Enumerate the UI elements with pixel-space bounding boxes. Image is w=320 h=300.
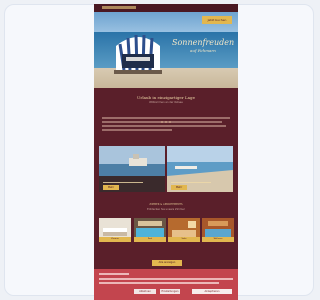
feature-caption-line [103,181,143,183]
website-screenshot: Sonnenfreuden auf Fehmarn Jetzt buchen U… [94,4,238,300]
cookie-reject-button[interactable]: Ablehnen [134,289,156,294]
room-label[interactable]: Pool [134,237,166,242]
hero-script-title: Sonnenfreuden [172,38,235,47]
room-card[interactable]: Wellness [202,218,234,242]
feature-card-harbor[interactable]: Mehr [99,146,165,192]
cookie-text-line [99,278,233,280]
feature-card-beach[interactable]: Mehr [167,146,233,192]
cookie-heading-line [99,273,129,275]
feature-caption-line [171,181,211,183]
room-card[interactable]: Suite [168,218,200,242]
welcome-subtitle: Willkommen an der Ostsee [149,101,183,104]
show-all-rooms-button[interactable]: Alle anzeigen [152,260,182,266]
cookie-text-line [99,282,219,284]
welcome-title: Urlaub in einzigartiger Lage [137,95,195,100]
room-label[interactable]: Wellness [202,237,234,242]
cookie-settings-button[interactable]: Einstellungen [160,289,180,294]
room-card[interactable]: Zimmer [99,218,131,242]
cookie-accept-button[interactable]: Akzeptieren [192,289,232,294]
room-label[interactable]: Zimmer [99,237,131,242]
cookie-banner: Ablehnen Einstellungen Akzeptieren [94,269,238,300]
rooms-section-subtitle: Entdecken Sie unsere Zimmer [147,208,185,211]
booking-button[interactable]: Jetzt buchen [202,16,232,24]
feature-more-button[interactable]: Mehr [171,185,187,190]
feature-more-button[interactable]: Mehr [103,185,119,190]
intro-text-line [102,117,230,119]
intro-text-line [102,125,226,127]
room-label[interactable]: Suite [168,237,200,242]
room-card[interactable]: Pool [134,218,166,242]
intro-text-line [102,129,172,131]
brand-logo[interactable] [102,6,136,9]
intro-text-line [102,121,222,123]
hero-script-sub: auf Fehmarn [190,48,216,53]
beach-chair-image [114,34,162,74]
rooms-section-title: ZIMMER & APPARTEMENTS [149,203,183,206]
